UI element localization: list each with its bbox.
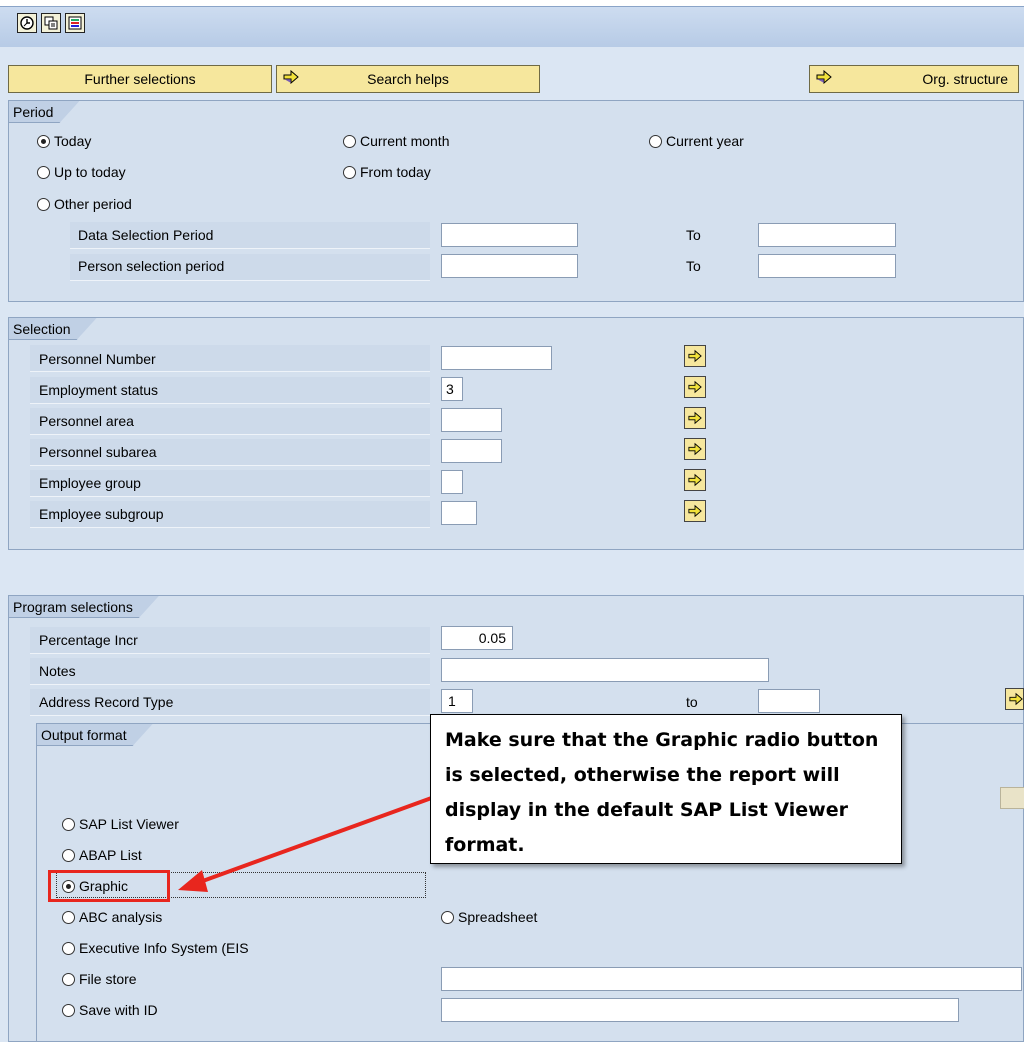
callout-note: Make sure that the Graphic radio button … — [430, 714, 902, 864]
annotation-arrow — [178, 794, 438, 892]
